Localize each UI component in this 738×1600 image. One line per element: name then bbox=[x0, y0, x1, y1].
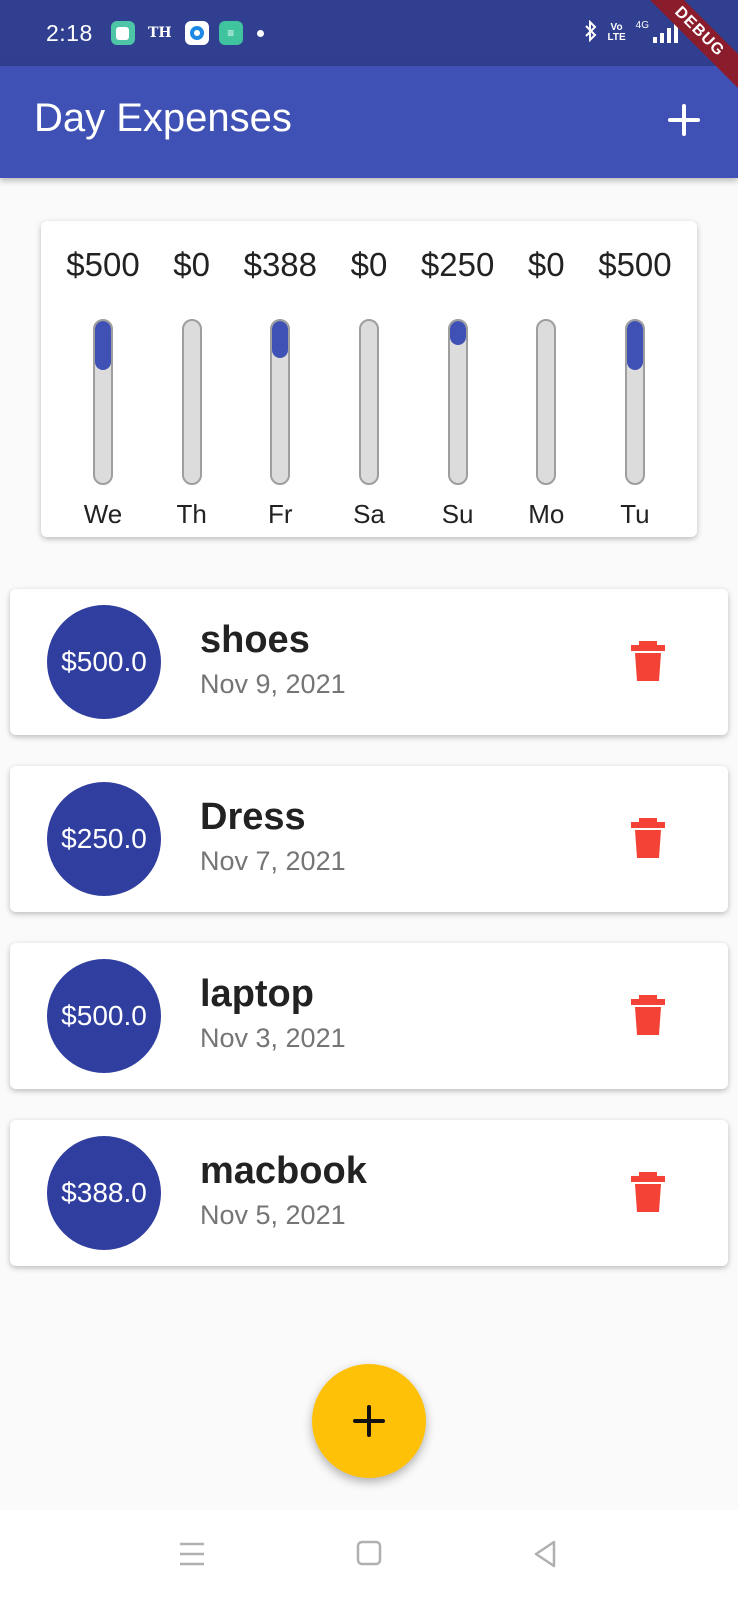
bar-amount: $388 bbox=[243, 246, 318, 283]
transaction-card: $500.0 shoes Nov 9, 2021 bbox=[10, 589, 728, 735]
signal-icon bbox=[653, 23, 678, 43]
bar-day: We bbox=[83, 499, 123, 529]
plus-icon bbox=[668, 104, 700, 136]
trash-icon bbox=[631, 1172, 665, 1212]
chart-bars: $500 We $0 Th $388 Fr $0 Sa $250 Su $0 M… bbox=[59, 243, 679, 533]
home-button[interactable] bbox=[349, 1534, 389, 1574]
bar-track bbox=[447, 319, 468, 485]
back-icon bbox=[534, 1540, 556, 1568]
menu-button[interactable] bbox=[172, 1534, 212, 1574]
delete-button[interactable] bbox=[628, 639, 668, 683]
bar-day: Th bbox=[176, 499, 207, 529]
chat-app-icon bbox=[110, 21, 135, 45]
chart-bar: $388 Fr bbox=[236, 243, 324, 533]
chart-bar: $0 Th bbox=[148, 243, 236, 533]
bar-track bbox=[624, 319, 645, 485]
menu-icon bbox=[180, 1542, 204, 1566]
home-icon bbox=[356, 1540, 382, 1566]
bar-amount: $0 bbox=[527, 246, 565, 283]
delete-button[interactable] bbox=[628, 993, 668, 1037]
chart-bar: $0 Sa bbox=[325, 243, 413, 533]
chart-bar: $250 Su bbox=[414, 243, 502, 533]
transaction-title: macbook bbox=[200, 1150, 367, 1192]
transaction-card: $388.0 macbook Nov 5, 2021 bbox=[10, 1120, 728, 1266]
amount-avatar: $500.0 bbox=[47, 605, 161, 719]
bar-day: Tu bbox=[620, 499, 650, 529]
trash-icon bbox=[631, 995, 665, 1035]
bar-amount: $0 bbox=[350, 246, 388, 283]
transaction-date: Nov 5, 2021 bbox=[200, 1200, 346, 1230]
bar-fill bbox=[95, 321, 111, 370]
add-fab-button[interactable] bbox=[312, 1364, 426, 1478]
bar-amount: $250 bbox=[420, 246, 495, 283]
chart-bar: $0 Mo bbox=[502, 243, 590, 533]
trash-icon bbox=[631, 641, 665, 681]
bar-amount: $0 bbox=[173, 246, 211, 283]
page-title: Day Expenses bbox=[34, 96, 292, 140]
more-notifications-icon bbox=[256, 29, 264, 37]
amount-avatar: $250.0 bbox=[47, 782, 161, 896]
bar-amount: $500 bbox=[66, 246, 140, 283]
plus-icon bbox=[353, 1405, 385, 1437]
network-type: 4G bbox=[635, 19, 649, 31]
calculator-app-icon: ≡ bbox=[218, 21, 243, 45]
news-app-icon: TH bbox=[147, 25, 172, 41]
circle-app-icon bbox=[184, 21, 209, 45]
status-bar: 2:18 TH ≡ Vo LTE 4G bbox=[0, 0, 738, 66]
bar-amount: $500 bbox=[598, 246, 672, 283]
system-nav-bar bbox=[0, 1510, 738, 1600]
transaction-date: Nov 3, 2021 bbox=[200, 1023, 346, 1053]
bar-fill bbox=[449, 321, 466, 346]
transaction-date: Nov 9, 2021 bbox=[200, 669, 346, 699]
bar-day: Fr bbox=[268, 499, 293, 529]
delete-button[interactable] bbox=[628, 1170, 668, 1214]
bar-day: Sa bbox=[353, 499, 385, 529]
bluetooth-icon bbox=[584, 19, 598, 47]
app-bar: Day Expenses bbox=[0, 66, 738, 178]
trash-icon bbox=[631, 818, 665, 858]
transaction-date: Nov 7, 2021 bbox=[200, 846, 346, 876]
back-button[interactable] bbox=[526, 1534, 566, 1574]
bar-track bbox=[181, 319, 202, 485]
transaction-title: shoes bbox=[200, 619, 310, 661]
bar-day: Su bbox=[441, 499, 474, 529]
chart-bar: $500 We bbox=[59, 243, 147, 533]
bar-track bbox=[358, 319, 379, 485]
bar-track bbox=[536, 319, 557, 485]
add-transaction-button[interactable] bbox=[660, 96, 708, 144]
volte-icon: Vo LTE bbox=[608, 23, 626, 43]
transaction-card: $500.0 laptop Nov 3, 2021 bbox=[10, 943, 728, 1089]
amount-avatar: $388.0 bbox=[47, 1136, 161, 1250]
transaction-title: laptop bbox=[200, 973, 314, 1015]
status-time: 2:18 bbox=[46, 19, 93, 46]
transaction-title: Dress bbox=[200, 796, 306, 838]
weekly-chart: $500 We $0 Th $388 Fr $0 Sa $250 Su $0 M… bbox=[41, 221, 697, 537]
amount-avatar: $500.0 bbox=[47, 959, 161, 1073]
bar-track bbox=[93, 319, 113, 485]
delete-button[interactable] bbox=[628, 816, 668, 860]
bar-fill bbox=[272, 321, 289, 359]
bar-day: Mo bbox=[528, 499, 565, 529]
chart-bar: $500 Tu bbox=[591, 243, 679, 533]
bar-track bbox=[270, 319, 291, 485]
volte-bottom-label: LTE bbox=[607, 32, 626, 43]
bar-fill bbox=[626, 321, 643, 370]
transaction-card: $250.0 Dress Nov 7, 2021 bbox=[10, 766, 728, 912]
